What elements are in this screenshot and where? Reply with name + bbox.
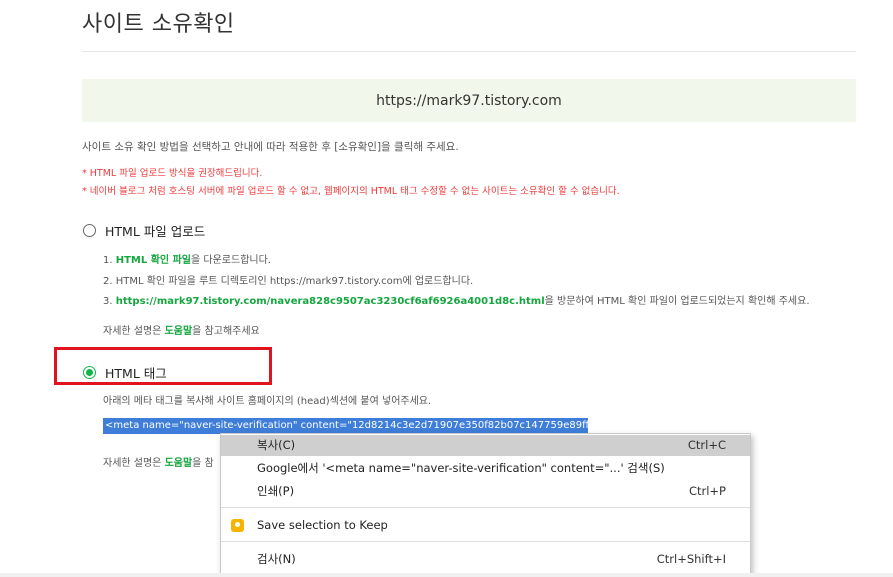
menu-item-save-to-keep[interactable]: Save selection to Keep (221, 515, 750, 536)
help-text-post: 을 참고해주세요 (192, 326, 260, 337)
help-text-pre: 자세한 설명은 (103, 326, 165, 337)
menu-separator (221, 507, 750, 508)
keep-icon (231, 519, 244, 532)
menu-item-copy[interactable]: 복사(C) Ctrl+C (221, 435, 750, 456)
note-recommend: * HTML 파일 업로드 방식을 권장해드립니다. (82, 168, 263, 179)
menu-item-inspect[interactable]: 검사(N) Ctrl+Shift+I (221, 549, 750, 570)
menu-item-label: Save selection to Keep (257, 518, 388, 532)
intro-text: 사이트 소유 확인 방법을 선택하고 안내에 따라 적용한 후 [소유확인]을 … (82, 141, 459, 153)
title-divider (82, 51, 856, 52)
download-file-link[interactable]: HTML 확인 파일 (116, 255, 191, 266)
step-1-text: 을 다운로드합니다. (191, 255, 271, 266)
step-1: 1. HTML 확인 파일을 다운로드합니다. (103, 251, 271, 266)
radio-html-file[interactable] (83, 224, 96, 237)
help-link[interactable]: 도움말 (165, 458, 193, 469)
menu-separator (221, 541, 750, 542)
step-3: 3. https://mark97.tistory.com/navera828c… (103, 292, 810, 307)
page-title: 사이트 소유확인 (82, 12, 235, 37)
menu-item-label: 인쇄(P) (257, 484, 295, 498)
menu-item-shortcut: Ctrl+Shift+I (656, 552, 726, 566)
site-url: https://mark97.tistory.com (376, 92, 562, 109)
site-url-box: https://mark97.tistory.com (82, 79, 856, 122)
menu-item-print[interactable]: 인쇄(P) Ctrl+P (221, 481, 750, 502)
verify-file-link[interactable]: https://mark97.tistory.com/navera828c950… (116, 296, 545, 307)
help-text-pre: 자세한 설명은 (103, 458, 165, 469)
step-1-number: 1. (103, 255, 116, 266)
context-menu: 복사(C) Ctrl+C Google에서 '<meta name="naver… (220, 433, 751, 576)
menu-item-label: 검사(N) (257, 552, 296, 566)
help-text-file: 자세한 설명은 도움말을 참고해주세요 (103, 322, 260, 337)
step-3-number: 3. (103, 296, 116, 307)
meta-tag-description: 아래의 메타 태그를 복사해 사이트 홈페이지의 (head)섹션에 붙여 넣어… (103, 396, 432, 407)
help-text-tag: 자세한 설명은 도움말을 참 (103, 454, 214, 469)
menu-item-search-google[interactable]: Google에서 '<meta name="naver-site-verific… (221, 458, 750, 479)
menu-item-shortcut: Ctrl+C (687, 438, 726, 452)
step-3-text: 을 방문하여 HTML 확인 파일이 업로드되었는지 확인해 주세요. (544, 296, 810, 307)
help-text-post: 을 참 (192, 458, 214, 469)
radio-html-tag[interactable] (83, 366, 96, 379)
menu-item-label: Google에서 '<meta name="naver-site-verific… (257, 461, 665, 475)
meta-tag-selected-text[interactable]: <meta name="naver-site-verification" con… (103, 418, 588, 434)
menu-item-shortcut: Ctrl+P (688, 484, 726, 498)
option-html-tag-label[interactable]: HTML 태그 (105, 363, 167, 382)
bottom-scroll-area (0, 573, 893, 577)
step-2: 2. HTML 확인 파일을 루트 디렉토리인 https://mark97.t… (103, 276, 474, 287)
note-warning: * 네이버 블로그 처럼 호스팅 서버에 파일 업로드 할 수 없고, 웹페이지… (82, 186, 620, 197)
help-link[interactable]: 도움말 (165, 326, 193, 337)
radio-dot (86, 369, 93, 376)
option-html-file-label[interactable]: HTML 파일 업로드 (105, 221, 205, 240)
menu-item-label: 복사(C) (257, 438, 296, 452)
